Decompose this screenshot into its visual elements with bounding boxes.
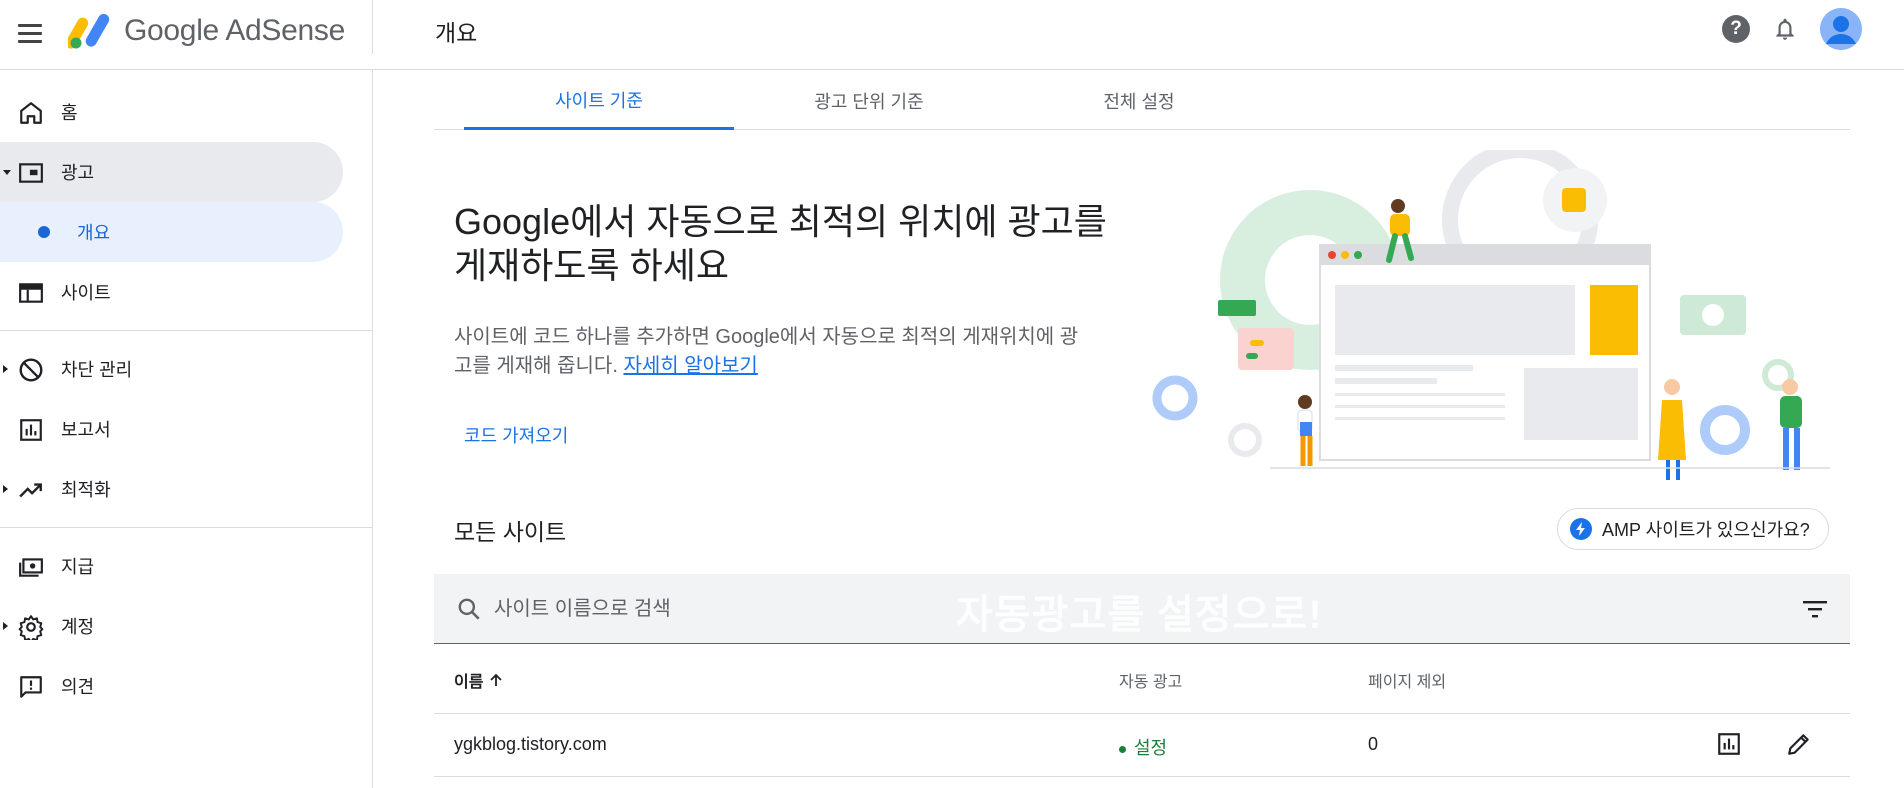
avatar-icon [1820,8,1862,50]
caption-overlay: 자동광고를 설정으로! [956,593,1323,637]
block-icon [19,358,43,382]
hero-title: Google에서 자동으로 최적의 위치에 광고를 게재하도록 하세요 [454,200,1174,288]
topbar-divider [372,0,373,54]
adsense-logo-icon [68,13,110,49]
payment-icon [19,558,43,577]
hero-description: 사이트에 코드 하나를 추가하면 Google에서 자동으로 최적의 게재위치에… [454,323,1134,381]
view-tabs: 사이트 기준 광고 단위 기준 전체 설정 [434,72,1850,130]
trending-up-icon [19,483,42,498]
filter-icon[interactable] [1802,599,1828,619]
menu-line [18,39,42,43]
column-header-name[interactable]: 이름 [454,668,503,692]
sidebar-divider [0,330,372,331]
expand-caret-icon [3,365,8,373]
sidebar-item-label: 개요 [77,223,111,243]
sort-ascending-icon [490,673,503,686]
column-label: 이름 [454,674,484,691]
menu-line [18,31,42,35]
adsense-logo[interactable]: Google AdSense [68,8,345,54]
status-dot-icon [1119,745,1126,753]
sites-icon [19,283,43,303]
auto-ads-illustration [1152,150,1830,480]
hero-title-line: Google에서 자동으로 최적의 위치에 광고를 [454,201,1107,242]
ads-icon [19,163,43,183]
expand-caret-icon [3,622,8,630]
sidebar-item-label: 지급 [61,557,95,577]
main-menu-button[interactable] [18,18,48,48]
table-row[interactable]: ygkblog.tistory.com 설정 0 [434,714,1850,777]
account-avatar[interactable] [1820,8,1862,50]
hero-title-line: 게재하도록 하세요 [454,245,729,286]
gear-icon [18,615,44,640]
sidebar-item-account[interactable]: 계정 [0,596,372,656]
product-name: Google AdSense [124,14,345,47]
amp-lightning-icon [1570,518,1592,540]
site-name-cell[interactable]: ygkblog.tistory.com [454,734,607,755]
help-icon[interactable]: ? [1722,15,1750,43]
report-icon[interactable] [1716,731,1742,757]
auto-ads-status-cell: 설정 [1119,734,1167,760]
tab-by-ad-unit[interactable]: 광고 단위 기준 [734,72,1004,130]
edit-pencil-icon[interactable] [1786,731,1812,757]
hero-desc-line-2: 고를 게재해 줍니다. 자세히 알아보기 [454,352,1134,381]
sidebar-item-overview[interactable]: 개요 [0,202,343,262]
learn-more-link[interactable]: 자세히 알아보기 [623,355,757,377]
sidebar-item-label: 차단 관리 [61,360,133,380]
page-title: 개요 [435,20,478,46]
sidebar-item-label: 사이트 [61,283,111,303]
column-header-excluded-pages[interactable]: 페이지 제외 [1368,668,1446,692]
top-app-bar: Google AdSense 개요 ? [0,0,1904,70]
active-dot-icon [38,226,50,238]
sidebar-item-home[interactable]: 홈 [0,82,372,142]
sidebar-item-label: 최적화 [61,480,111,500]
expand-caret-icon [3,485,8,493]
sidebar-item-reports[interactable]: 보고서 [0,399,372,459]
tab-by-site[interactable]: 사이트 기준 [464,72,734,130]
sidebar-item-payments[interactable]: 지급 [0,536,372,596]
report-icon [20,419,42,441]
amp-button-label: AMP 사이트가 있으신가요? [1602,520,1810,540]
sidebar-item-label: 보고서 [61,420,111,440]
sidebar-item-block-controls[interactable]: 차단 관리 [0,339,372,399]
sidebar-item-label: 홈 [61,103,78,123]
hero-desc-line: 사이트에 코드 하나를 추가하면 Google에서 자동으로 최적의 게재위치에… [454,326,1079,348]
sidebar-nav: 홈 광고 개요 사이트 차단 관리 보고서 최적화 지급 계정 의견 [0,70,373,788]
amp-sites-button[interactable]: AMP 사이트가 있으신가요? [1557,508,1829,550]
auto-ads-status-label: 설정 [1134,738,1168,758]
hero-desc-text: 고를 게재해 줍니다. [454,355,618,377]
sidebar-item-sites[interactable]: 사이트 [0,262,372,322]
sites-table-header: 이름 자동 광고 페이지 제외 [434,644,1850,714]
menu-line [18,23,42,27]
get-code-button[interactable]: 코드 가져오기 [464,422,568,448]
expand-caret-icon [3,169,11,175]
feedback-icon [20,676,42,698]
search-icon [458,598,480,620]
sidebar-item-ads[interactable]: 광고 [0,142,343,202]
topbar-actions: ? [1722,8,1862,50]
column-header-auto-ads[interactable]: 자동 광고 [1119,668,1182,692]
sidebar-item-feedback[interactable]: 의견 [0,656,372,716]
notifications-icon[interactable] [1772,15,1798,43]
sidebar-item-label: 광고 [61,163,95,183]
excluded-pages-cell: 0 [1368,734,1379,754]
all-sites-title: 모든 사이트 [454,519,567,545]
sidebar-item-label: 의견 [61,677,95,697]
sidebar-divider [0,527,372,528]
home-icon [20,102,42,124]
sidebar-item-optimization[interactable]: 최적화 [0,459,372,519]
sidebar-item-label: 계정 [61,617,95,637]
tab-global-settings[interactable]: 전체 설정 [1004,72,1274,130]
